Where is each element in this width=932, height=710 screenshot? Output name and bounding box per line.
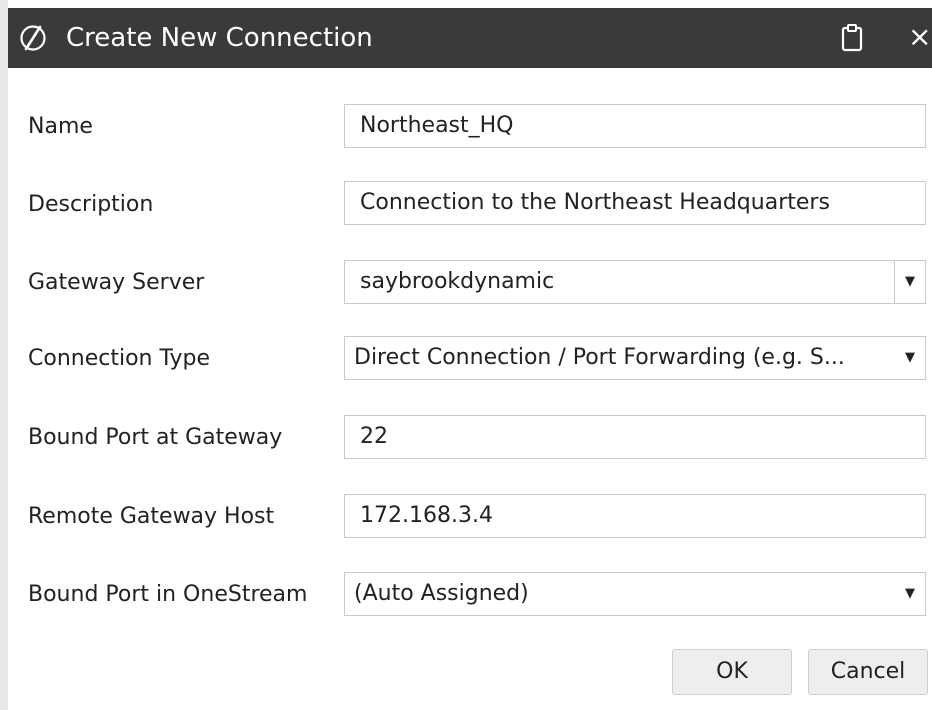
name-label: Name (28, 114, 93, 139)
connection-form: Name Northeast_HQ Description Connection… (8, 68, 932, 710)
chevron-down-icon[interactable]: ▼ (895, 337, 925, 379)
chevron-down-icon[interactable]: ▼ (894, 261, 925, 303)
clipboard-icon[interactable] (836, 22, 868, 54)
bound-port-gateway-input[interactable]: 22 (344, 415, 926, 459)
bound-port-onestream-label: Bound Port in OneStream (28, 582, 308, 607)
gateway-server-label: Gateway Server (28, 270, 205, 295)
connection-type-value: Direct Connection / Port Forwarding (e.g… (354, 345, 845, 370)
name-value: Northeast_HQ (360, 113, 514, 138)
chevron-down-icon[interactable]: ▼ (895, 573, 925, 615)
bound-port-onestream-value: (Auto Assigned) (354, 581, 529, 606)
bound-port-onestream-select[interactable]: (Auto Assigned) ▼ (344, 572, 926, 616)
gateway-server-select[interactable]: saybrookdynamic ▼ (344, 260, 926, 304)
description-input[interactable]: Connection to the Northeast Headquarters (344, 181, 926, 225)
window-left-edge (0, 0, 8, 710)
description-value: Connection to the Northeast Headquarters (360, 190, 830, 215)
onestream-logo-icon (20, 25, 46, 51)
dialog-titlebar: Create New Connection × (8, 8, 932, 68)
remote-gateway-host-label: Remote Gateway Host (28, 504, 275, 529)
ok-button[interactable]: OK (672, 649, 792, 695)
connection-type-select[interactable]: Direct Connection / Port Forwarding (e.g… (344, 336, 926, 380)
gateway-server-value: saybrookdynamic (360, 269, 555, 294)
description-label: Description (28, 192, 154, 217)
dialog-title: Create New Connection (66, 23, 373, 53)
remote-gateway-host-input[interactable]: 172.168.3.4 (344, 494, 926, 538)
bound-port-gateway-label: Bound Port at Gateway (28, 425, 283, 450)
remote-gateway-host-value: 172.168.3.4 (360, 503, 493, 528)
create-connection-dialog: Create New Connection × Name Northeast_H… (0, 0, 932, 710)
name-input[interactable]: Northeast_HQ (344, 104, 926, 148)
cancel-button[interactable]: Cancel (808, 649, 928, 695)
bound-port-gateway-value: 22 (360, 424, 388, 449)
connection-type-label: Connection Type (28, 346, 211, 371)
close-icon[interactable]: × (908, 20, 932, 56)
